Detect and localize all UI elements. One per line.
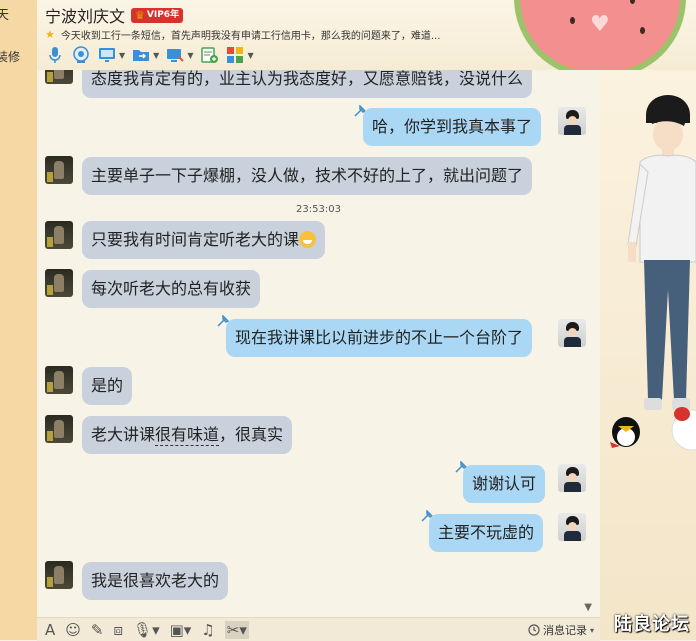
scroll-down-icon[interactable]: ▼ (584, 602, 592, 613)
voice-call-button[interactable] (45, 44, 65, 66)
invite-icon (201, 47, 219, 63)
avatar[interactable] (45, 561, 73, 589)
message-text: 只要我有时间肯定听老大的课 (91, 230, 300, 249)
avatar-character-illustration (610, 95, 696, 451)
title-row: 宁波刘庆文 ♛ VIP6年 (45, 3, 184, 27)
left-strip-label-1: 天 (0, 4, 9, 23)
magic-icon[interactable]: ✎ (91, 621, 104, 639)
screen-share-button[interactable]: ▼ (97, 44, 125, 66)
vip-badge-label: VIP6年 (146, 9, 180, 20)
avatar[interactable] (45, 70, 73, 84)
emoji-icon[interactable]: ☺ (65, 621, 81, 639)
contact-name[interactable]: 宁波刘庆文 (45, 3, 125, 27)
message-bubble[interactable]: 态度我肯定有的，业主认为我态度好，又愿意赔钱，没说什么 (82, 70, 533, 98)
chevron-down-icon[interactable]: ▼ (187, 51, 193, 60)
font-icon[interactable]: A (45, 621, 55, 639)
music-icon[interactable]: ♫ (201, 621, 214, 639)
video-call-button[interactable] (71, 44, 91, 66)
chevron-down-icon[interactable]: ▼ (119, 51, 125, 60)
star-icon: ★ (45, 28, 55, 41)
left-strip-label-2[interactable]: 装修 (0, 48, 20, 65)
heart-icon: ♥ (590, 12, 610, 37)
chat-toolbar: ▼ ▼ ▼ ▼ (45, 44, 254, 66)
apps-button[interactable]: ▼ (225, 44, 254, 66)
watermark: 陆良论坛 (614, 614, 690, 635)
microphone-icon (49, 47, 61, 63)
screenshot-icon[interactable]: ✂▾ (224, 620, 249, 639)
avatar[interactable] (558, 464, 586, 492)
message-text: ，很真实 (219, 425, 284, 444)
grin-emoji-icon (299, 230, 317, 248)
avatar[interactable] (45, 366, 73, 394)
message-history-button[interactable]: 消息记录 ▾ (528, 622, 594, 638)
message-bubble[interactable]: 每次听老大的总有收获 (82, 270, 261, 308)
message-bubble[interactable]: 现在我讲课比以前进步的不止一个台阶了 (226, 319, 533, 357)
input-toolbar: ▼ A ☺ ✎ ⧈ 🎙︎▾ ▣▾ ♫ ✂▾ 消息记录 ▾ (37, 602, 600, 641)
vip-badge[interactable]: ♛ VIP6年 (131, 7, 184, 23)
screen-share-icon (99, 48, 115, 62)
message-bubble[interactable]: 主要单子一下子爆棚，没人做，技术不好的上了，就出问题了 (82, 157, 533, 195)
chat-header: ♥ 宁波刘庆文 ♛ VIP6年 ★ 今天收到工行一条短信，首先声明我没有申请工行… (37, 0, 696, 70)
message-list[interactable]: 态度我肯定有的，业主认为我态度好，又愿意赔钱，没说什么 哈，你学到我真本事了 主… (37, 70, 600, 617)
message-bubble[interactable]: 老大讲课很有味道，很真实 (82, 416, 293, 454)
voice-icon[interactable]: 🎙︎▾ (133, 621, 160, 639)
message-bubble[interactable]: 只要我有时间肯定听老大的课 (82, 221, 326, 259)
shake-icon[interactable]: ⧈ (113, 621, 123, 639)
chevron-down-icon[interactable]: ▼ (153, 51, 159, 60)
message-bubble[interactable]: 哈，你学到我真本事了 (363, 108, 542, 146)
avatar[interactable] (558, 107, 586, 135)
avatar[interactable] (558, 319, 586, 347)
message-history-label: 消息记录 (542, 624, 587, 637)
avatar[interactable] (45, 156, 73, 184)
chevron-down-icon: ▾ (589, 625, 594, 635)
message-bubble[interactable]: 我是很喜欢老大的 (82, 562, 229, 600)
underlined-text[interactable]: 很有味道 (155, 425, 220, 446)
camera-icon (73, 46, 89, 63)
avatar[interactable] (45, 269, 73, 297)
avatar[interactable] (558, 513, 586, 541)
clock-icon (528, 624, 540, 636)
left-panel-strip: 天 装修 (0, 0, 38, 640)
watermelon-decoration: ♥ (514, 0, 686, 70)
status-message[interactable]: 今天收到工行一条短信，首先声明我没有申请工行信用卡，那么我的问题来了，难道... (61, 27, 441, 42)
status-row: ★ 今天收到工行一条短信，首先声明我没有申请工行信用卡，那么我的问题来了，难道.… (45, 27, 495, 42)
message-bubble[interactable]: 是的 (82, 367, 133, 405)
message-bubble[interactable]: 主要不玩虚的 (429, 514, 544, 552)
avatar[interactable] (45, 415, 73, 443)
image-icon[interactable]: ▣▾ (170, 621, 192, 639)
folder-transfer-icon (133, 50, 150, 61)
message-text: 老大讲课 (91, 425, 156, 444)
avatar[interactable] (45, 221, 73, 249)
message-bubble[interactable]: 谢谢认可 (463, 465, 546, 503)
crown-icon: ♛ (135, 8, 145, 22)
show-panel: licious watermelon 陆良论坛 (600, 70, 696, 640)
remote-desktop-button[interactable]: ▼ (165, 44, 193, 66)
message-timestamp: 23:53:03 (296, 204, 341, 215)
chevron-down-icon[interactable]: ▼ (247, 51, 253, 60)
apps-icon (227, 47, 244, 63)
remote-desktop-icon (167, 49, 185, 62)
file-transfer-button[interactable]: ▼ (131, 44, 159, 66)
invite-button[interactable] (199, 44, 219, 66)
